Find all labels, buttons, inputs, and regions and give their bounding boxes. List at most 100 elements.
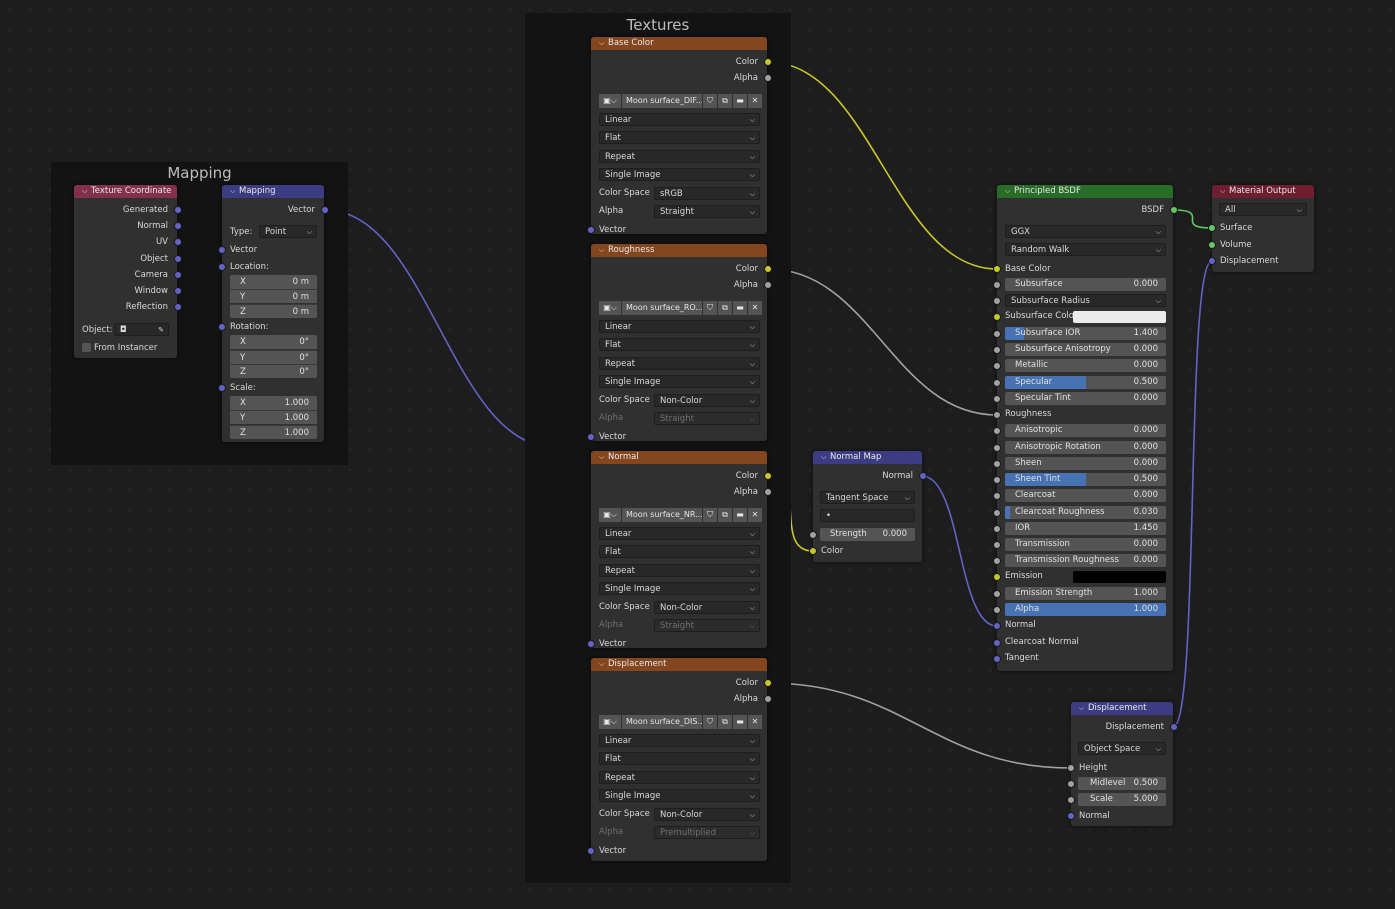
- socket-displacement-out[interactable]: [1170, 723, 1178, 731]
- image-texture-header[interactable]: ⌵ Displacement: [591, 658, 767, 671]
- transmission-field[interactable]: Transmission 0.000: [1005, 538, 1166, 551]
- open-folder-icon[interactable]: ▬: [733, 94, 747, 108]
- metallic-field[interactable]: Metallic 0.000: [1005, 359, 1166, 372]
- clearcoat-field[interactable]: Clearcoat 0.000: [1005, 489, 1166, 502]
- chevron-down-icon[interactable]: ⌵: [82, 185, 91, 198]
- fake-user-shield-icon[interactable]: ⛉: [703, 94, 717, 108]
- alpha-mode-dropdown[interactable]: Straight ⌵: [654, 205, 760, 218]
- duplicate-image-icon[interactable]: ⧉: [718, 94, 732, 108]
- location-z[interactable]: Z 0 m: [230, 304, 317, 318]
- chevron-down-icon[interactable]: ⌵: [1079, 702, 1088, 715]
- subsurface-radius-dropdown[interactable]: Subsurface Radius ⌵: [1005, 294, 1166, 307]
- socket-generated[interactable]: [174, 206, 182, 214]
- socket-vector-out[interactable]: [321, 206, 329, 214]
- socket-subsurface-colo[interactable]: [993, 313, 1001, 321]
- fake-user-shield-icon[interactable]: ⛉: [703, 715, 717, 729]
- socket-clearcoat-normal[interactable]: [993, 639, 1001, 647]
- socket-emission[interactable]: [993, 573, 1001, 581]
- duplicate-image-icon[interactable]: ⧉: [718, 301, 732, 315]
- material-output-node[interactable]: ⌵ Material Output All ⌵ Surface Volume Dis…: [1208, 185, 1314, 272]
- subsurface-method-dropdown[interactable]: Random Walk ⌵: [1005, 243, 1166, 256]
- socket-surface[interactable]: [1208, 224, 1216, 232]
- chevron-down-icon[interactable]: ⌵: [599, 658, 608, 671]
- socket-subsurface[interactable]: [993, 281, 1001, 289]
- anisotropic-field[interactable]: Anisotropic 0.000: [1005, 424, 1166, 437]
- socket-ior[interactable]: [993, 525, 1001, 533]
- interpolation-dropdown[interactable]: Linear ⌵: [599, 113, 760, 126]
- emission-swatch[interactable]: [1073, 571, 1166, 583]
- specular-field[interactable]: Specular 0.500: [1005, 376, 1166, 389]
- emission-strength-field[interactable]: Emission Strength 1.000: [1005, 587, 1166, 600]
- alpha-mode-dropdown[interactable]: Straight ⌵: [654, 412, 760, 425]
- socket-transmission-roughness[interactable]: [993, 557, 1001, 565]
- socket-metallic[interactable]: [993, 362, 1001, 370]
- socket-tangent[interactable]: [993, 655, 1001, 663]
- socket-color-out[interactable]: [764, 472, 772, 480]
- projection-dropdown[interactable]: Flat ⌵: [599, 545, 760, 558]
- unlink-close-icon[interactable]: ✕: [748, 94, 762, 108]
- sheen-field[interactable]: Sheen 0.000: [1005, 457, 1166, 470]
- socket-scale[interactable]: [1067, 796, 1075, 804]
- chevron-down-icon[interactable]: ⌵: [1005, 185, 1014, 198]
- socket-reflection[interactable]: [174, 303, 182, 311]
- clearcoat-roughness-field[interactable]: Clearcoat Roughness 0.030: [1005, 506, 1166, 519]
- socket-uv[interactable]: [174, 238, 182, 246]
- socket-color-out[interactable]: [764, 58, 772, 66]
- socket-scale[interactable]: [218, 384, 226, 392]
- source-dropdown[interactable]: Single Image ⌵: [599, 375, 760, 388]
- socket-color-out[interactable]: [764, 679, 772, 687]
- type-dropdown[interactable]: Point ⌵: [259, 225, 317, 238]
- alpha-field[interactable]: Alpha 1.000: [1005, 603, 1166, 616]
- specular-tint-field[interactable]: Specular Tint 0.000: [1005, 392, 1166, 405]
- color-space-dropdown[interactable]: Non-Color ⌵: [654, 394, 760, 407]
- displacement-node[interactable]: ⌵ Displacement Displacement Object Space ⌵…: [1067, 702, 1178, 826]
- socket-normal[interactable]: [993, 622, 1001, 630]
- socket-anisotropic[interactable]: [993, 427, 1001, 435]
- eyedropper-icon[interactable]: ✎: [158, 324, 164, 335]
- image-texture-node[interactable]: ⌵ Roughness Color Alpha ▣⌵ Moon surface_RO...…: [587, 244, 772, 442]
- image-selector[interactable]: ▣⌵ Moon surface_RO... ⛉ ⧉ ▬ ✕: [599, 301, 762, 315]
- socket-clearcoat[interactable]: [993, 492, 1001, 500]
- socket-vector-in[interactable]: [587, 433, 595, 441]
- extension-dropdown[interactable]: Repeat ⌵: [599, 771, 760, 784]
- interpolation-dropdown[interactable]: Linear ⌵: [599, 734, 760, 747]
- socket-object[interactable]: [174, 255, 182, 263]
- socket-strength[interactable]: [809, 531, 817, 539]
- scale-y[interactable]: Y 1.000: [230, 410, 317, 424]
- image-texture-node[interactable]: ⌵ Normal Color Alpha ▣⌵ Moon surface_NR... ⛉ ⧉ ▬…: [587, 451, 772, 649]
- chevron-down-icon[interactable]: ⌵: [599, 451, 608, 464]
- socket-normal[interactable]: [174, 222, 182, 230]
- socket-vector-in[interactable]: [218, 246, 226, 254]
- projection-dropdown[interactable]: Flat ⌵: [599, 131, 760, 144]
- rotation-x[interactable]: X 0°: [230, 335, 317, 349]
- socket-location[interactable]: [218, 263, 226, 271]
- color-space-dropdown[interactable]: sRGB ⌵: [654, 187, 760, 200]
- socket-vector-in[interactable]: [587, 226, 595, 234]
- transmission-roughness-field[interactable]: Transmission Roughness 0.000: [1005, 554, 1166, 567]
- open-folder-icon[interactable]: ▬: [733, 715, 747, 729]
- alpha-mode-dropdown[interactable]: Straight ⌵: [654, 619, 760, 632]
- interpolation-dropdown[interactable]: Linear ⌵: [599, 320, 760, 333]
- socket-alpha-out[interactable]: [764, 695, 772, 703]
- socket-emission-strength[interactable]: [993, 590, 1001, 598]
- midlevel-field[interactable]: Midlevel 0.500: [1078, 777, 1166, 790]
- source-dropdown[interactable]: Single Image ⌵: [599, 789, 760, 802]
- socket-normal-in[interactable]: [1067, 812, 1075, 820]
- socket-subsurface-ior[interactable]: [993, 330, 1001, 338]
- uv-map-field[interactable]: •: [820, 509, 915, 522]
- image-name-field[interactable]: Moon surface_RO...: [622, 301, 702, 315]
- socket-subsurface-radius[interactable]: [993, 297, 1001, 305]
- socket-base-color[interactable]: [993, 265, 1001, 273]
- rotation-z[interactable]: Z 0°: [230, 364, 317, 378]
- socket-color-in[interactable]: [809, 547, 817, 555]
- scale-x[interactable]: X 1.000: [230, 396, 317, 410]
- normal-map-node[interactable]: ⌵ Normal Map Normal Tangent Space ⌵ • Stre…: [809, 451, 927, 562]
- socket-midlevel[interactable]: [1067, 780, 1075, 788]
- socket-window[interactable]: [174, 287, 182, 295]
- location-y[interactable]: Y 0 m: [230, 289, 317, 303]
- alpha-mode-dropdown[interactable]: Premultiplied ⌵: [654, 826, 760, 839]
- socket-specular[interactable]: [993, 379, 1001, 387]
- color-space-dropdown[interactable]: Non-Color ⌵: [654, 601, 760, 614]
- projection-dropdown[interactable]: Flat ⌵: [599, 752, 760, 765]
- subsurface-anisotropy-field[interactable]: Subsurface Anisotropy 0.000: [1005, 343, 1166, 356]
